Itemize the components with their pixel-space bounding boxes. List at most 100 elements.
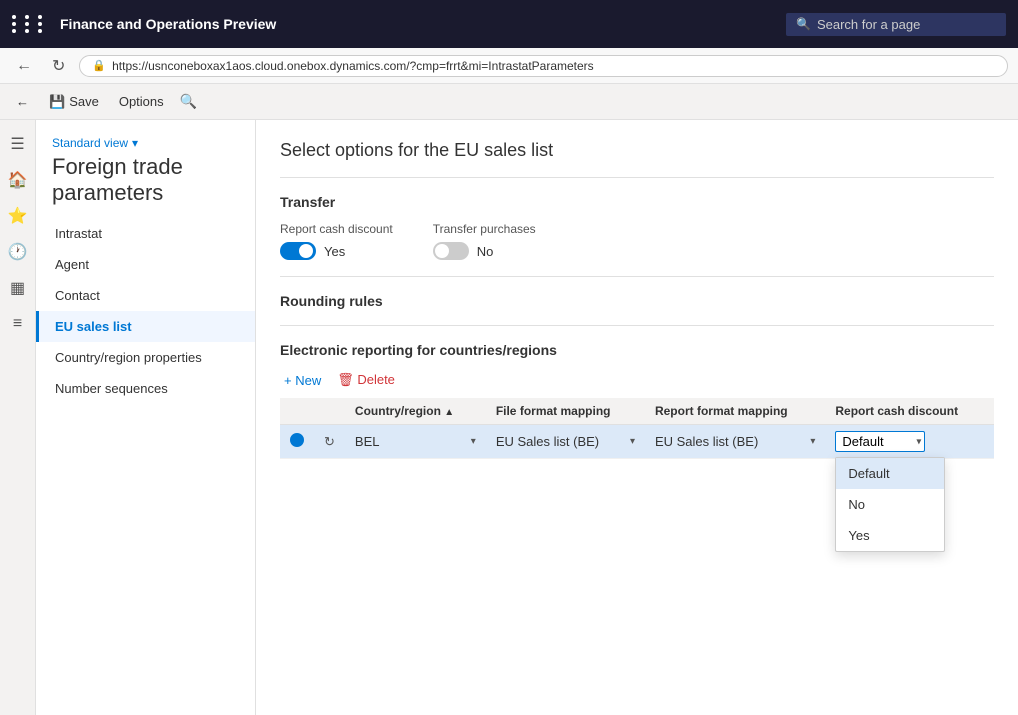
content-area: Select options for the EU sales list Tra… <box>256 120 1018 715</box>
nav-sidebar: ☰ 🏠 ⭐ 🕐 ▦ ≡ <box>0 120 36 715</box>
sidebar-item-intrastat[interactable]: Intrastat <box>36 218 255 249</box>
country-region-value: BEL <box>355 434 467 449</box>
row-refresh-cell[interactable]: ↻ <box>314 425 345 459</box>
transfer-purchases-toggle[interactable] <box>433 242 469 260</box>
transfer-purchases-label: Transfer purchases <box>433 222 536 236</box>
file-format-arrow: ▾ <box>630 436 635 447</box>
sidebar-item-number-sequences[interactable]: Number sequences <box>36 373 255 404</box>
col-country-region-label: Country/region <box>355 404 441 418</box>
main-layout: ☰ 🏠 ⭐ 🕐 ▦ ≡ Standard view ▾ Foreign trad… <box>0 120 1018 715</box>
col-radio <box>280 398 314 425</box>
nav-modules-button[interactable]: ≡ <box>2 308 34 340</box>
col-report-format-mapping: Report format mapping <box>645 398 825 425</box>
options-button[interactable]: Options <box>111 90 172 113</box>
sidebar-item-contact[interactable]: Contact <box>36 280 255 311</box>
sidebar-item-country-region[interactable]: Country/region properties <box>36 342 255 373</box>
col-report-format-label: Report format mapping <box>655 404 788 418</box>
action-bar: ← 💾 Save Options 🔍 <box>0 84 1018 120</box>
sidebar-item-contact-label: Contact <box>55 288 100 303</box>
report-cash-discount-dropdown: Default No Yes <box>835 457 945 552</box>
left-menu: Standard view ▾ Foreign trade parameters… <box>36 120 256 715</box>
toggle-knob <box>299 244 313 258</box>
report-format-select[interactable]: EU Sales list (BE) ▾ <box>655 434 815 449</box>
table-toolbar: + New 🗑 Delete <box>280 370 994 390</box>
report-cash-discount-value: Yes <box>324 244 345 259</box>
top-search-text: Search for a page <box>817 17 920 32</box>
browser-refresh-button[interactable]: ↻ <box>46 54 71 78</box>
divider-1 <box>280 177 994 178</box>
sidebar-item-agent-label: Agent <box>55 257 89 272</box>
page-header: Standard view ▾ Foreign trade parameters <box>36 128 255 206</box>
report-cash-discount-dropdown-container: ▾ Default No Yes <box>835 431 925 452</box>
sidebar-item-intrastat-label: Intrastat <box>55 226 102 241</box>
transfer-group-title: Transfer <box>280 194 994 210</box>
report-format-mapping-cell: EU Sales list (BE) ▾ <box>645 425 825 459</box>
transfer-purchases-value: No <box>477 244 494 259</box>
nav-home-button[interactable]: 🏠 <box>2 164 34 196</box>
col-report-cash-discount-label: Report cash discount <box>835 404 958 418</box>
divider-3 <box>280 325 994 326</box>
url-text: https://usnconeboxax1aos.cloud.onebox.dy… <box>112 59 594 73</box>
file-format-value: EU Sales list (BE) <box>496 434 626 449</box>
save-icon: 💾 <box>49 94 65 110</box>
app-grid-icon[interactable] <box>12 15 48 33</box>
col-refresh <box>314 398 345 425</box>
delete-button[interactable]: 🗑 Delete <box>333 370 399 390</box>
nav-workspaces-button[interactable]: ▦ <box>2 272 34 304</box>
sidebar-item-eu-sales-list-label: EU sales list <box>55 319 132 334</box>
options-label: Options <box>119 94 164 109</box>
back-arrow-icon: ← <box>16 94 29 109</box>
col-report-cash-discount-header: Report cash discount <box>825 398 994 425</box>
col-country-region: Country/region ▲ <box>345 398 486 425</box>
country-region-select[interactable]: BEL ▾ <box>355 434 476 449</box>
col-file-format-mapping: File format mapping <box>486 398 645 425</box>
nav-recent-button[interactable]: 🕐 <box>2 236 34 268</box>
section-title: Select options for the EU sales list <box>280 140 994 161</box>
sidebar-item-eu-sales-list[interactable]: EU sales list <box>36 311 255 342</box>
standard-view-label: Standard view <box>52 136 128 150</box>
file-format-mapping-cell: EU Sales list (BE) ▾ <box>486 425 645 459</box>
cell-input-wrapper: ▾ <box>835 431 925 452</box>
table-row[interactable]: ↻ BEL ▾ EU Sales list (BE) ▾ <box>280 425 994 459</box>
radio-selected-icon <box>290 433 304 447</box>
dropdown-option-default[interactable]: Default <box>836 458 944 489</box>
nav-menu-button[interactable]: ☰ <box>2 128 34 160</box>
report-cash-discount-toggle-wrapper: Yes <box>280 242 393 260</box>
toggle-knob-2 <box>435 244 449 258</box>
browser-back-button[interactable]: ← <box>10 55 38 77</box>
dropdown-option-yes[interactable]: Yes <box>836 520 944 551</box>
electronic-reporting-title: Electronic reporting for countries/regio… <box>280 342 994 358</box>
nav-favorites-button[interactable]: ⭐ <box>2 200 34 232</box>
row-radio-cell[interactable] <box>280 425 314 459</box>
save-label: Save <box>69 94 99 109</box>
delete-button-label: 🗑 Delete <box>337 372 395 388</box>
file-format-select[interactable]: EU Sales list (BE) ▾ <box>496 434 635 449</box>
transfer-purchases-field: Transfer purchases No <box>433 222 536 260</box>
save-button[interactable]: 💾 Save <box>41 90 107 114</box>
report-cash-discount-input[interactable] <box>835 431 925 452</box>
top-bar: Finance and Operations Preview 🔍 Search … <box>0 0 1018 48</box>
sidebar-item-country-region-label: Country/region properties <box>55 350 202 365</box>
sidebar-item-number-sequences-label: Number sequences <box>55 381 168 396</box>
country-region-arrow: ▾ <box>471 436 476 447</box>
standard-view-selector[interactable]: Standard view ▾ <box>52 136 239 150</box>
cell-input-arrow-icon[interactable]: ▾ <box>916 436 921 447</box>
new-button-label: + New <box>284 373 321 388</box>
refresh-row-icon: ↻ <box>324 434 335 449</box>
table-header-row: Country/region ▲ File format mapping Rep… <box>280 398 994 425</box>
top-search-bar[interactable]: 🔍 Search for a page <box>786 13 1006 36</box>
lock-icon: 🔒 <box>92 59 106 72</box>
report-cash-discount-toggle[interactable] <box>280 242 316 260</box>
dropdown-option-no[interactable]: No <box>836 489 944 520</box>
top-search-icon: 🔍 <box>796 17 811 31</box>
back-button[interactable]: ← <box>8 90 37 113</box>
url-bar[interactable]: 🔒 https://usnconeboxax1aos.cloud.onebox.… <box>79 55 1008 77</box>
chevron-down-icon: ▾ <box>132 136 138 150</box>
transfer-purchases-toggle-wrapper: No <box>433 242 536 260</box>
country-region-cell: BEL ▾ <box>345 425 486 459</box>
action-search-button[interactable]: 🔍 <box>176 89 201 114</box>
report-format-arrow: ▾ <box>810 436 815 447</box>
new-button[interactable]: + New <box>280 371 325 390</box>
sidebar-item-agent[interactable]: Agent <box>36 249 255 280</box>
report-format-value: EU Sales list (BE) <box>655 434 806 449</box>
